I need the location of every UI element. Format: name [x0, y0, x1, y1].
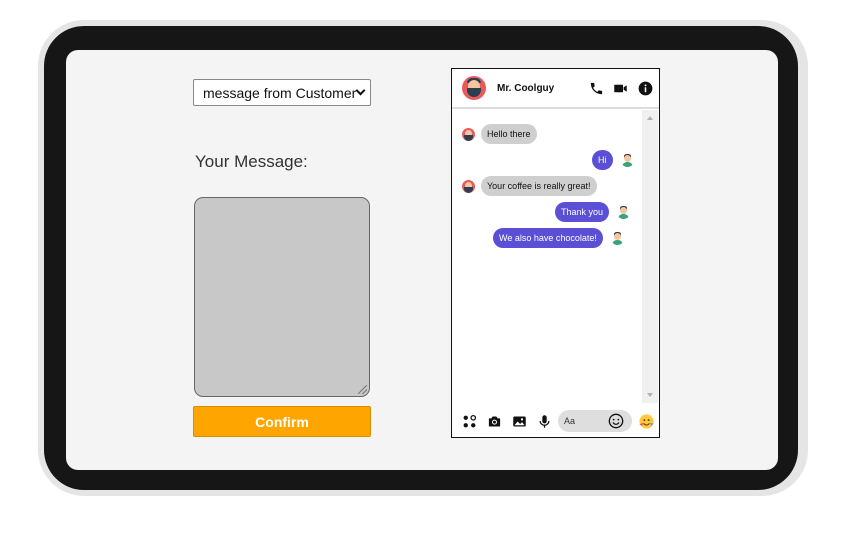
message-label: Your Message: [195, 152, 308, 171]
customer-avatar [462, 179, 475, 193]
camera-icon[interactable] [487, 414, 502, 429]
chat-footer: Aa [452, 405, 659, 437]
sender-select-value: message from Customer [203, 84, 357, 101]
message-row: Hi [592, 150, 634, 170]
chat-scrollbar[interactable] [642, 110, 658, 403]
emoji-icon[interactable] [608, 413, 624, 429]
staff-avatar [621, 154, 634, 167]
message-bubble-incoming: Your coffee is really great! [481, 176, 597, 196]
message-composer-input[interactable]: Aa [558, 410, 632, 432]
staff-avatar [617, 206, 630, 219]
sender-select[interactable]: message from Customer [193, 79, 371, 106]
apps-icon[interactable] [462, 414, 477, 429]
chat-header: Mr. Coolguy [452, 69, 659, 109]
confirm-button[interactable]: Confirm [193, 406, 371, 437]
message-row: Your coffee is really great! [462, 176, 597, 196]
info-icon[interactable] [638, 81, 653, 96]
message-bubble-incoming: Hello there [481, 124, 537, 144]
microphone-icon[interactable] [537, 414, 552, 429]
customer-avatar [462, 127, 475, 141]
image-icon[interactable] [512, 414, 527, 429]
chevron-down-icon [355, 85, 366, 96]
message-bubble-outgoing: Hi [592, 150, 613, 170]
message-row: Hello there [462, 124, 537, 144]
message-bubble-outgoing: We also have chocolate! [493, 228, 603, 248]
composer-placeholder: Aa [564, 416, 576, 426]
reaction-icon[interactable] [638, 413, 655, 430]
tablet-screen [66, 50, 778, 470]
phone-icon[interactable] [589, 81, 604, 96]
message-row: Thank you [555, 202, 630, 222]
scroll-down-arrow-icon[interactable] [647, 393, 653, 397]
staff-avatar [611, 232, 624, 245]
contact-avatar[interactable] [462, 76, 486, 100]
scroll-up-arrow-icon[interactable] [647, 116, 653, 120]
contact-name[interactable]: Mr. Coolguy [497, 83, 554, 94]
message-bubble-outgoing: Thank you [555, 202, 610, 222]
video-camera-icon[interactable] [613, 81, 628, 96]
chat-panel: Mr. Coolguy Hello there Hi Your coffee i… [451, 68, 660, 438]
resize-handle-icon[interactable] [358, 385, 367, 394]
message-textarea[interactable] [194, 197, 370, 397]
message-row: We also have chocolate! [493, 228, 624, 248]
chat-messages: Hello there Hi Your coffee is really gre… [452, 110, 641, 403]
